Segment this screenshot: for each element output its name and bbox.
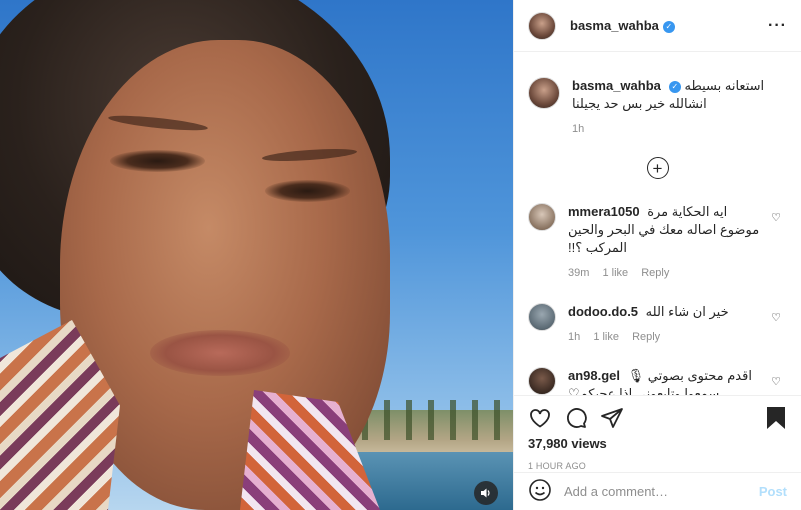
comment-time: 1h [568,331,581,343]
comment-time: 39m [568,267,590,279]
heart-icon[interactable]: ♡ [771,311,781,324]
avatar[interactable] [528,77,560,109]
post-timestamp[interactable]: 1 HOUR AGO [528,461,787,471]
avatar[interactable] [528,11,556,40]
lips [150,330,290,376]
reply-button[interactable]: Reply [641,267,669,279]
emoji-icon[interactable] [528,478,552,505]
load-more-comments[interactable]: + [528,157,787,179]
reply-button[interactable]: Reply [632,331,660,343]
like-heart-icon[interactable] [528,406,552,430]
bookmark-icon[interactable] [765,406,787,430]
sound-toggle-button[interactable] [474,481,498,505]
avatar[interactable] [528,303,556,331]
comment-text: خير ان شاء الله [645,304,729,319]
comment-item: dodoo.do.5 خير ان شاء الله 1h 1 like Rep… [528,303,787,343]
speaker-icon [481,488,490,498]
comments-list: basma_wahba ✓ استعانه بسيطه انشالله خير ب… [514,53,801,395]
comment-item: mmera1050 ايه الحكاية مرة موضوع اصاله مع… [528,203,787,279]
post-actions: 37,980 views 1 HOUR AGO [514,395,801,471]
plus-circle-icon[interactable]: + [646,157,669,179]
comment-likes[interactable]: 1 like [593,331,619,343]
post-caption: basma_wahba ✓ استعانه بسيطه انشالله خير ب… [528,53,787,135]
share-paper-plane-icon[interactable] [600,406,624,430]
comment-input[interactable] [564,484,759,499]
avatar[interactable] [528,367,556,395]
comment-username[interactable]: mmera1050 [568,204,640,219]
comment-bubble-icon[interactable] [564,406,588,430]
heart-icon[interactable]: ♡ [771,211,781,224]
avatar[interactable] [528,203,556,231]
comment-username[interactable]: dodoo.do.5 [568,304,638,319]
post-video[interactable] [0,0,513,510]
post-comment-button[interactable]: Post [759,484,787,499]
left-eye [110,150,205,172]
comment-item: an98.gel اقدم محتوى بصوتي 🎙 سمعوا وتابعو… [528,367,787,395]
post-header: basma_wahba ✓ ··· [514,0,801,52]
heart-icon[interactable]: ♡ [771,375,781,388]
verified-badge-icon: ✓ [668,81,681,93]
comment-likes[interactable]: 1 like [602,267,628,279]
comment-username[interactable]: an98.gel [568,368,620,383]
view-count[interactable]: 37,980 views [528,436,787,451]
verified-badge-icon: ✓ [662,21,675,33]
add-comment-bar: Post [514,472,801,510]
right-eye [265,180,350,202]
author-username[interactable]: basma_wahba ✓ [570,18,675,33]
post-sidebar: basma_wahba ✓ ··· basma_wahba ✓ استعانه بس… [513,0,801,510]
caption-time: 1h [572,123,585,135]
more-options-icon[interactable]: ··· [768,17,787,35]
caption-username[interactable]: basma_wahba [572,78,661,93]
